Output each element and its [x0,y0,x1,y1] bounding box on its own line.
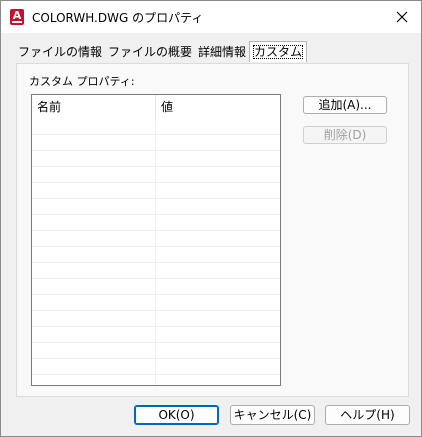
column-header-value[interactable]: 値 [156,95,280,119]
list-row [32,375,280,385]
list-row [32,167,280,183]
tab-file-info[interactable]: ファイルの情報 [15,43,105,61]
list-row [32,263,280,279]
ok-button[interactable]: OK(O) [134,405,219,425]
list-row [32,231,280,247]
list-header: 名前 値 [32,95,280,119]
tab-custom[interactable]: カスタム [249,41,308,62]
list-row [32,295,280,311]
tab-details[interactable]: 詳細情報 [195,43,249,61]
delete-property-button[interactable]: 削除(D) [303,126,387,144]
custom-properties-label: カスタム プロパティ: [29,75,135,88]
help-button[interactable]: ヘルプ(H) [325,405,410,425]
list-row [32,135,280,151]
list-row [32,199,280,215]
custom-tab-panel: カスタム プロパティ: 名前 値 追加(A)... 削除(D) [16,63,409,397]
close-button[interactable] [389,5,415,29]
tab-custom-label: カスタム [253,45,304,59]
list-rows [32,119,280,385]
list-row [32,359,280,375]
properties-dialog: A COLORWH.DWG のプロパティ ファイルの情報 ファイルの概要 詳細情… [0,0,422,437]
list-row [32,247,280,263]
window-title: COLORWH.DWG のプロパティ [32,11,204,25]
tab-strip: ファイルの情報 ファイルの概要 詳細情報 カスタム [15,41,308,63]
list-row [32,119,280,135]
list-row [32,215,280,231]
list-row [32,343,280,359]
list-row [32,311,280,327]
custom-properties-list[interactable]: 名前 値 [31,94,281,386]
title-bar: A COLORWH.DWG のプロパティ [1,1,421,33]
tab-file-summary[interactable]: ファイルの概要 [105,43,195,61]
add-property-button[interactable]: 追加(A)... [303,96,387,114]
list-row [32,327,280,343]
list-row [32,151,280,167]
cancel-button[interactable]: キャンセル(C) [230,405,315,425]
list-row [32,279,280,295]
autocad-app-icon: A [10,9,24,25]
column-header-name[interactable]: 名前 [32,95,156,119]
list-row [32,183,280,199]
close-icon [396,11,408,23]
